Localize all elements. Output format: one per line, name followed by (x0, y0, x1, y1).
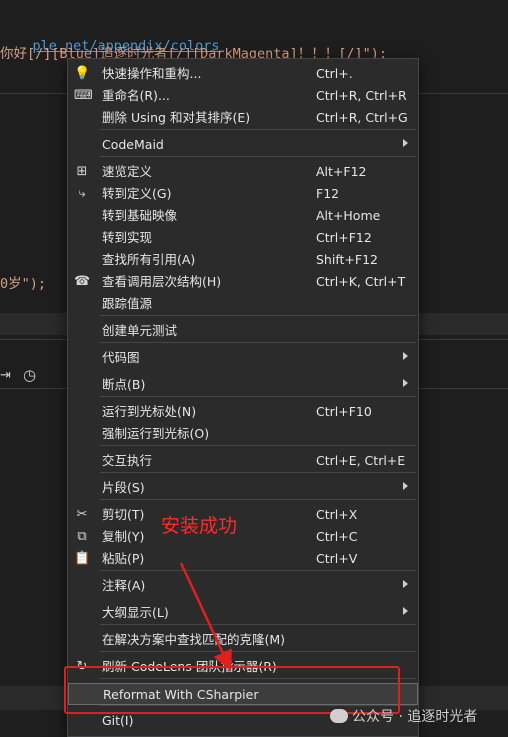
watermark-text: 公众号 · 追逐时光者 (352, 709, 478, 725)
annotation-arrow (179, 562, 232, 671)
watermark: 公众号 · 追逐时光者 (330, 706, 477, 726)
wechat-icon (330, 709, 348, 723)
